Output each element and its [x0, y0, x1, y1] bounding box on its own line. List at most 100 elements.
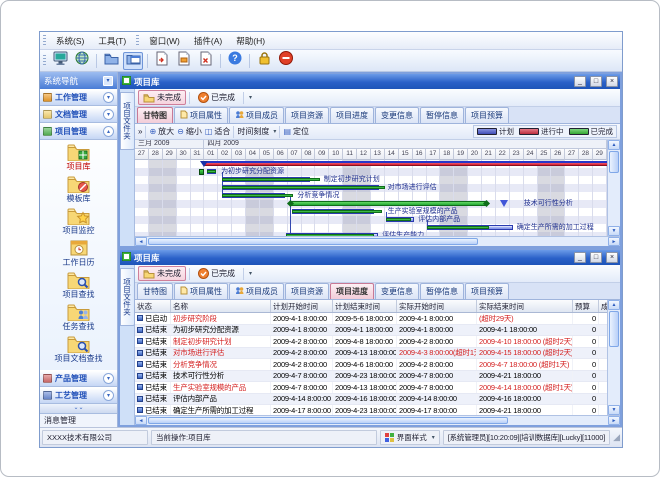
maximize-button[interactable]: □: [590, 76, 602, 87]
chevron-down-icon[interactable]: ▾: [103, 373, 114, 384]
column-header-状态[interactable]: 状态: [135, 300, 171, 312]
menu-item-窗口(W)[interactable]: 窗口(W): [142, 33, 187, 49]
gantt-overflow-button[interactable]: »: [138, 127, 142, 136]
scroll-down-arrow[interactable]: ▼: [608, 226, 620, 236]
column-header-实际开始时间[interactable]: 实际开始时间: [397, 300, 477, 312]
fit-button[interactable]: ◫适合: [205, 126, 231, 137]
sidebar-group-工艺管理[interactable]: 工艺管理▾: [40, 387, 117, 403]
table-row[interactable]: 已结束确定生产所需的加工过程2009-4-17 8:00:002009-4-23…: [135, 405, 607, 415]
maximize-button[interactable]: □: [590, 252, 602, 263]
progress-bar[interactable]: [427, 226, 489, 229]
tab-项目进度[interactable]: 项目进度: [330, 107, 374, 123]
table-row[interactable]: 已结束生产实验室规模的产品2009-4-7 8:00:002009-4-13 1…: [135, 382, 607, 394]
tab-项目成员[interactable]: 项目成员: [229, 107, 284, 123]
sidebar-item-模板库[interactable]: 模板库: [40, 175, 117, 204]
menu-item-系统(S)[interactable]: 系统(S): [49, 33, 91, 49]
bottom-window-titlebar[interactable]: 项目库 _ □ ×: [120, 250, 620, 265]
column-header-计划结束时间[interactable]: 计划结束时间: [333, 300, 397, 312]
sidebar-item-项目查找[interactable]: 项目查找: [40, 271, 117, 300]
progress-bar[interactable]: [207, 170, 215, 173]
filter-more-button[interactable]: ▾: [249, 270, 252, 277]
filter-unfinished-button[interactable]: 未完成: [138, 266, 186, 281]
tab-变更信息[interactable]: 变更信息: [375, 107, 419, 123]
chevron-down-icon[interactable]: ▾: [103, 92, 114, 103]
tab-项目进度[interactable]: 项目进度: [330, 283, 374, 299]
sidebar-item-项目库[interactable]: 项目库: [40, 143, 117, 172]
close-button[interactable]: ×: [606, 252, 618, 263]
sidebar-group-文档管理[interactable]: 文档管理▾: [40, 106, 117, 123]
close-button[interactable]: ×: [606, 76, 618, 87]
tab-项目预算[interactable]: 项目预算: [465, 283, 509, 299]
locate-button[interactable]: ▤定位: [283, 126, 309, 137]
scrollbar-thumb[interactable]: [609, 151, 619, 173]
tab-project-folder[interactable]: 项目文件夹: [120, 92, 135, 150]
scrollbar-thumb[interactable]: [148, 417, 508, 424]
progress-bar[interactable]: [222, 178, 319, 181]
progress-bar[interactable]: [386, 218, 411, 221]
tab-暂停信息[interactable]: 暂停信息: [420, 107, 464, 123]
chevron-down-icon[interactable]: ▾: [103, 109, 114, 120]
tab-项目资源[interactable]: 项目资源: [285, 107, 329, 123]
summary-bar[interactable]: [290, 201, 486, 206]
monitor-button[interactable]: [50, 52, 70, 70]
table-row[interactable]: 已结束评估内部产品2009-4-14 8:00:002009-4-16 18:0…: [135, 394, 607, 406]
filter-finished-button[interactable]: 已完成: [193, 266, 240, 281]
doc-new-button[interactable]: [152, 52, 172, 70]
filter-more-button[interactable]: ▾: [249, 94, 252, 101]
tab-暂停信息[interactable]: 暂停信息: [420, 283, 464, 299]
scrollbar-thumb[interactable]: [609, 311, 619, 347]
scroll-up-arrow[interactable]: ▲: [608, 140, 620, 150]
tab-甘特图[interactable]: 甘特图: [137, 283, 173, 299]
doc-edit-button[interactable]: [174, 52, 194, 70]
tab-变更信息[interactable]: 变更信息: [375, 283, 419, 299]
scroll-right-arrow[interactable]: ►: [608, 416, 620, 425]
sidebar-collapse-icon[interactable]: ▾: [103, 76, 113, 86]
sidebar-group-工作管理[interactable]: 工作管理▾: [40, 89, 117, 106]
menu-item-帮助(H)[interactable]: 帮助(H): [229, 33, 272, 49]
lock-button[interactable]: [254, 52, 274, 70]
filter-unfinished-button[interactable]: 未完成: [138, 90, 186, 105]
column-header-计划开始时间[interactable]: 计划开始时间: [271, 300, 333, 312]
scroll-left-arrow[interactable]: ◄: [135, 416, 147, 425]
sidebar-group-产品管理[interactable]: 产品管理▾: [40, 370, 117, 387]
column-header-预算[interactable]: 预算: [573, 300, 599, 312]
zoom-in-button[interactable]: ⊕放大: [149, 126, 174, 137]
zoom-out-button[interactable]: ⊖缩小: [177, 126, 202, 137]
sidebar-item-项目监控[interactable]: 项目监控: [40, 207, 117, 236]
resize-grip[interactable]: ◢: [613, 432, 620, 443]
sidebar-group-项目管理[interactable]: 项目管理▴: [40, 123, 117, 140]
exit-button[interactable]: [276, 52, 296, 70]
column-header-实际结束时间[interactable]: 实际结束时间: [477, 300, 573, 312]
sidebar-overflow-button[interactable]: ⌄⌄: [40, 403, 117, 413]
minimize-button[interactable]: _: [574, 76, 586, 87]
column-header-成本[interactable]: 成本: [599, 300, 607, 312]
table-row[interactable]: 已结束为初步研究分配资源2009-4-1 8:00:002009-4-1 18:…: [135, 325, 607, 337]
tab-甘特图[interactable]: 甘特图: [137, 107, 173, 123]
time-scale-dropdown[interactable]: 时间刻度▾: [237, 126, 276, 137]
table-row[interactable]: 已结束分析竞争情况2009-4-2 8:00:002009-4-6 18:00:…: [135, 359, 607, 371]
tab-项目属性[interactable]: 项目属性: [174, 283, 228, 299]
table-row[interactable]: 已结束对市场进行评估2009-4-2 8:00:002009-4-13 18:0…: [135, 348, 607, 360]
column-header-名称[interactable]: 名称: [171, 300, 271, 312]
chevron-up-icon[interactable]: ▴: [103, 126, 114, 137]
project-inprogress-bar[interactable]: [204, 163, 607, 166]
sidebar-item-工作日历[interactable]: 工作日历: [40, 239, 117, 268]
top-window-titlebar[interactable]: 项目库 _ □ ×: [120, 74, 620, 89]
progress-bar[interactable]: [286, 234, 373, 236]
sidebar-item-项目文档查找[interactable]: 项目文档查找: [40, 335, 117, 364]
tab-项目属性[interactable]: 项目属性: [174, 107, 228, 123]
table-row[interactable]: 已结束制定初步研究计划2009-4-2 8:00:002009-4-8 18:0…: [135, 336, 607, 348]
folder-window-button[interactable]: [123, 52, 143, 70]
tab-message-management[interactable]: 消息管理: [40, 413, 117, 427]
scroll-up-arrow[interactable]: ▲: [608, 300, 620, 310]
table-row[interactable]: 已结束技术可行性分析2009-4-7 8:00:002009-4-23 18:0…: [135, 371, 607, 383]
scrollbar-thumb[interactable]: [148, 238, 478, 245]
progress-bar[interactable]: [222, 186, 384, 189]
menu-item-工具(T)[interactable]: 工具(T): [91, 33, 133, 49]
ui-style-button[interactable]: 界面样式 ▾: [380, 430, 440, 445]
progress-bar[interactable]: [292, 210, 382, 213]
doc-delete-button[interactable]: [196, 52, 216, 70]
help-button[interactable]: ?: [225, 52, 245, 70]
filter-finished-button[interactable]: 已完成: [193, 90, 240, 105]
tab-project-folder[interactable]: 项目文件夹: [120, 268, 135, 326]
